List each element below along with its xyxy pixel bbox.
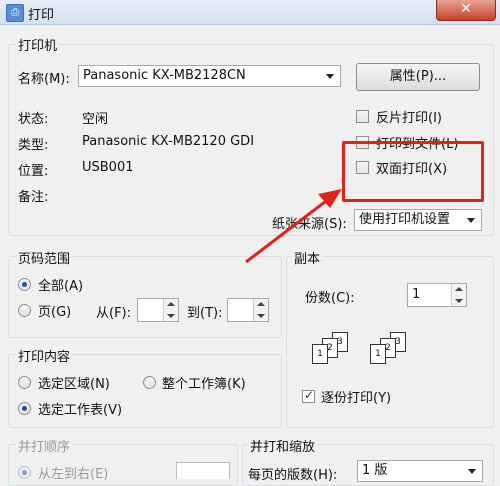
annotation-arrow [245,189,342,264]
